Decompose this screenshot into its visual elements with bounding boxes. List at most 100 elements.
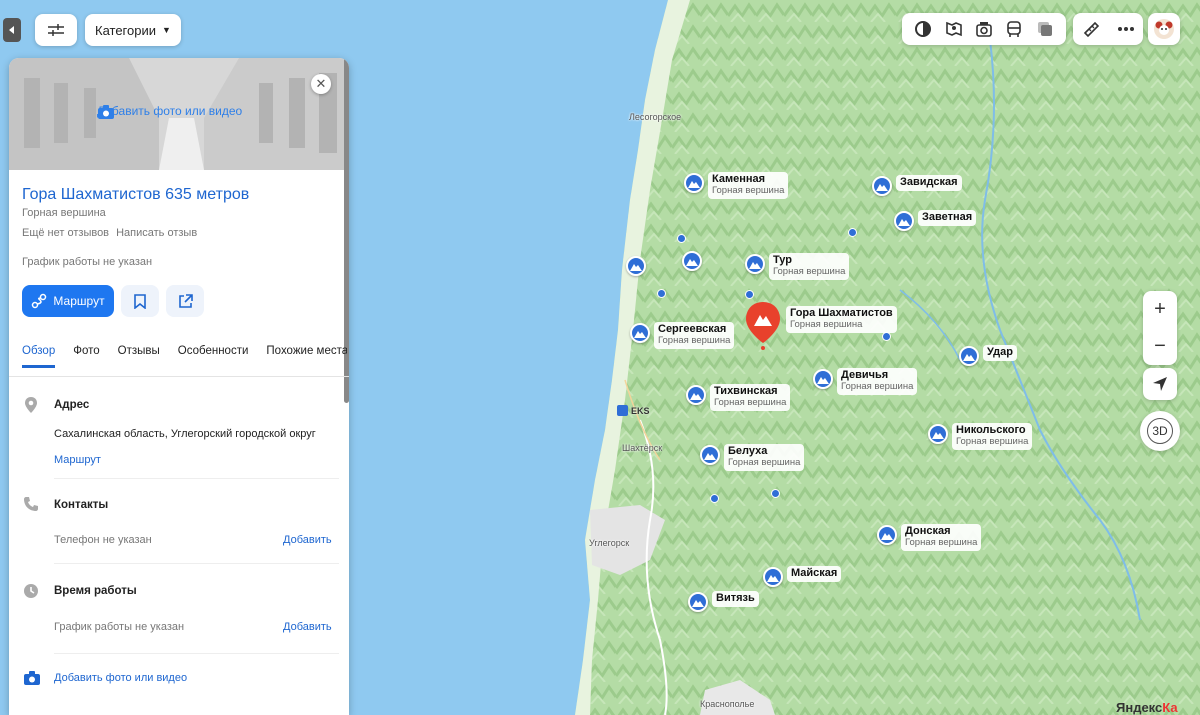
selected-type: Горная вершина — [790, 318, 863, 330]
station-marker[interactable]: EKS — [617, 405, 650, 416]
mountain-icon — [877, 525, 897, 545]
tab-overview[interactable]: Обзор — [22, 345, 56, 368]
brand-logo: ЯндексКа — [1116, 700, 1178, 715]
peak-marker[interactable]: Сергеевская Горная вершина — [630, 322, 735, 349]
bookmark-icon — [134, 293, 146, 309]
place-card-panel: Добавить фото или видео ✕ Гора Шахматист… — [9, 58, 349, 715]
chevron-left-icon — [9, 26, 14, 34]
peak-marker[interactable]: Никольского Горная вершина — [928, 423, 1033, 450]
mountain-icon — [872, 176, 892, 196]
peak-marker[interactable]: Завидская — [872, 175, 962, 196]
peak-type: Горная вершина — [714, 396, 787, 408]
phone-not-set: Телефон не указан — [54, 534, 152, 546]
bookmark-button[interactable] — [121, 285, 159, 317]
categories-dropdown[interactable]: Категории ▼ — [85, 14, 181, 46]
user-avatar[interactable] — [1148, 13, 1180, 45]
peak-name: Завидская — [900, 176, 958, 188]
share-button[interactable] — [166, 285, 204, 317]
route-button[interactable]: Маршрут — [22, 285, 114, 317]
address-route-link[interactable]: Маршрут — [54, 454, 101, 466]
selected-place-pin[interactable] — [744, 301, 782, 351]
add-photo-top-link[interactable]: Добавить фото или видео — [97, 104, 242, 119]
peak-marker[interactable]: Девичья Горная вершина — [813, 368, 918, 395]
collapse-panel-button[interactable] — [3, 18, 21, 42]
poi-dot[interactable] — [848, 228, 857, 237]
peak-marker[interactable]: Заветная — [894, 210, 977, 231]
peak-name: Никольского — [956, 424, 1026, 436]
poi-dot[interactable] — [745, 290, 754, 299]
tab-features[interactable]: Особенности — [178, 345, 249, 368]
tab-similar[interactable]: Похожие места — [266, 345, 347, 368]
3d-button[interactable]: 3D — [1140, 411, 1180, 451]
panel-tabs: Обзор Фото Отзывы Особенности Похожие ме… — [22, 345, 347, 368]
zoom-out-button[interactable]: − — [1143, 328, 1177, 365]
brand-name: Яндекс — [1116, 700, 1163, 715]
peak-marker[interactable]: Витязь — [688, 591, 759, 612]
peak-name: Тихвинская — [714, 385, 778, 397]
contacts-title: Контакты — [54, 499, 109, 511]
categories-label: Категории — [95, 22, 156, 38]
mountain-icon — [686, 385, 706, 405]
peak-type: Горная вершина — [712, 184, 785, 196]
reviews-row: Ещё нет отзывов Написать отзыв — [22, 227, 197, 239]
add-hours-link[interactable]: Добавить — [283, 621, 332, 633]
peak-type: Горная вершина — [728, 456, 801, 468]
write-review-link[interactable]: Написать отзыв — [116, 227, 197, 239]
add-photo-bottom-link[interactable]: Добавить фото или видео — [54, 672, 187, 684]
zoom-in-button[interactable]: + — [1143, 291, 1177, 328]
3d-label: 3D — [1147, 418, 1173, 444]
section-divider — [54, 563, 339, 564]
close-button[interactable]: ✕ — [311, 74, 331, 94]
peak-name: Белуха — [728, 445, 768, 457]
add-phone-link[interactable]: Добавить — [283, 534, 332, 546]
layers-icon[interactable] — [912, 18, 934, 40]
peak-label: Завидская — [896, 175, 962, 191]
mountain-icon — [684, 173, 704, 193]
hours-summary: График работы не указан — [22, 256, 153, 268]
peak-name: Заветная — [922, 211, 973, 223]
zoom-control: + − — [1143, 291, 1177, 365]
location-pin-icon — [25, 397, 37, 413]
peak-marker[interactable] — [682, 250, 702, 271]
poi-dot[interactable] — [771, 489, 780, 498]
photo-icon[interactable] — [973, 18, 995, 40]
traffic-icon[interactable] — [1034, 18, 1056, 40]
place-title: Гора Шахматистов 635 метров — [22, 186, 250, 203]
share-icon — [178, 293, 193, 308]
ruler-icon[interactable] — [1080, 18, 1102, 40]
place-category: Горная вершина — [22, 207, 106, 219]
place-label: Шахтёрск — [622, 443, 663, 453]
place-label: Углегорск — [589, 538, 630, 548]
peak-marker[interactable] — [626, 255, 646, 276]
poi-dot[interactable] — [677, 234, 686, 243]
peak-name: Девичья — [841, 369, 889, 381]
poi-dot[interactable] — [657, 289, 666, 298]
filter-icon — [48, 24, 64, 36]
tab-reviews[interactable]: Отзывы — [118, 345, 160, 368]
tab-photos[interactable]: Фото — [73, 345, 99, 368]
peak-label: Донская Горная вершина — [901, 524, 982, 551]
poi-dot[interactable] — [882, 332, 891, 341]
peak-name: Донская — [905, 525, 951, 537]
panorama-icon[interactable] — [943, 18, 965, 40]
geolocation-button[interactable] — [1143, 368, 1177, 400]
more-icon[interactable] — [1115, 18, 1137, 40]
peak-marker[interactable]: Удар — [959, 345, 1017, 366]
map-layers-toolbar — [902, 13, 1066, 45]
close-icon: ✕ — [315, 76, 327, 91]
clock-icon — [24, 584, 38, 598]
peak-name: Каменная — [712, 173, 766, 185]
peak-marker[interactable]: Тур Горная вершина — [745, 253, 850, 280]
transit-icon[interactable] — [1003, 18, 1025, 40]
poi-dot[interactable] — [710, 494, 719, 503]
filter-button[interactable] — [35, 14, 77, 46]
avatar-icon — [1154, 19, 1174, 39]
peak-marker[interactable]: Каменная Горная вершина — [684, 172, 789, 199]
peak-marker[interactable]: Майская — [763, 566, 842, 587]
place-label: Лесогорское — [629, 112, 682, 122]
peak-marker[interactable]: Тихвинская Горная вершина — [686, 384, 791, 411]
no-reviews-text: Ещё нет отзывов — [22, 227, 110, 239]
peak-marker[interactable]: Донская Горная вершина — [877, 524, 982, 551]
peak-label: Тихвинская Горная вершина — [710, 384, 791, 411]
peak-marker[interactable]: Белуха Горная вершина — [700, 444, 805, 471]
